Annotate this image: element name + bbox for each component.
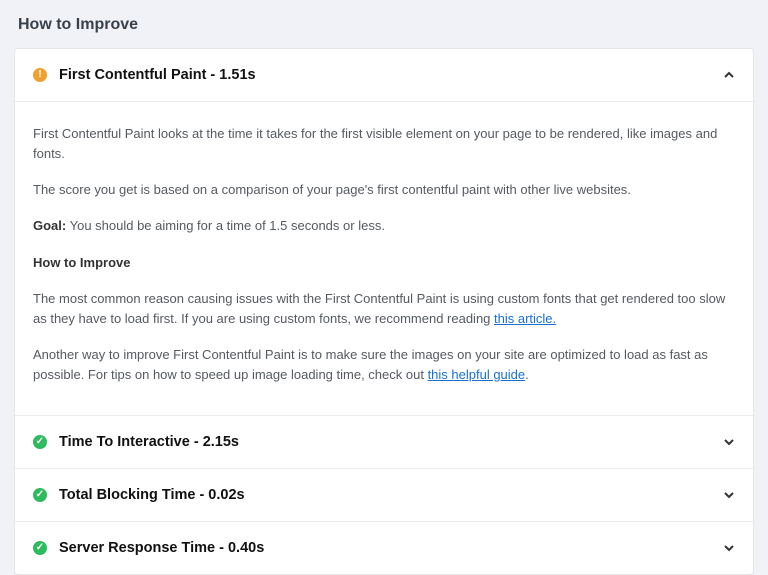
page-title: How to Improve	[18, 16, 754, 34]
accordion-item-tti: ✓ Time To Interactive - 2.15s	[15, 415, 753, 468]
improvement-accordion: ! First Contentful Paint - 1.51s First C…	[14, 48, 754, 575]
chevron-down-icon	[723, 436, 735, 448]
accordion-item-tbt: ✓ Total Blocking Time - 0.02s	[15, 468, 753, 521]
article-link[interactable]: this article.	[494, 311, 556, 326]
accordion-header-fcp[interactable]: ! First Contentful Paint - 1.51s	[15, 49, 753, 101]
accordion-title: Time To Interactive - 2.15s	[59, 434, 723, 450]
chevron-down-icon	[723, 489, 735, 501]
goal-text: Goal: You should be aiming for a time of…	[33, 216, 735, 236]
accordion-body-fcp: First Contentful Paint looks at the time…	[15, 101, 753, 415]
body-text: The score you get is based on a comparis…	[33, 180, 735, 200]
checkmark-icon: ✓	[33, 488, 47, 502]
sub-heading: How to Improve	[33, 253, 735, 273]
accordion-title: First Contentful Paint - 1.51s	[59, 67, 723, 83]
accordion-header-tti[interactable]: ✓ Time To Interactive - 2.15s	[15, 416, 753, 468]
accordion-item-srt: ✓ Server Response Time - 0.40s	[15, 521, 753, 574]
checkmark-icon: ✓	[33, 541, 47, 555]
body-text: Another way to improve First Contentful …	[33, 345, 735, 385]
body-text: First Contentful Paint looks at the time…	[33, 124, 735, 164]
chevron-up-icon	[723, 69, 735, 81]
goal-value: You should be aiming for a time of 1.5 s…	[66, 218, 385, 233]
text-fragment: Another way to improve First Contentful …	[33, 347, 708, 382]
accordion-title: Server Response Time - 0.40s	[59, 540, 723, 556]
accordion-item-fcp: ! First Contentful Paint - 1.51s First C…	[15, 49, 753, 415]
accordion-header-tbt[interactable]: ✓ Total Blocking Time - 0.02s	[15, 469, 753, 521]
text-fragment: .	[525, 367, 529, 382]
goal-label: Goal:	[33, 218, 66, 233]
body-text: The most common reason causing issues wi…	[33, 289, 735, 329]
text-fragment: The most common reason causing issues wi…	[33, 291, 725, 326]
accordion-title: Total Blocking Time - 0.02s	[59, 487, 723, 503]
warning-icon: !	[33, 68, 47, 82]
chevron-down-icon	[723, 542, 735, 554]
guide-link[interactable]: this helpful guide	[428, 367, 526, 382]
accordion-header-srt[interactable]: ✓ Server Response Time - 0.40s	[15, 522, 753, 574]
checkmark-icon: ✓	[33, 435, 47, 449]
